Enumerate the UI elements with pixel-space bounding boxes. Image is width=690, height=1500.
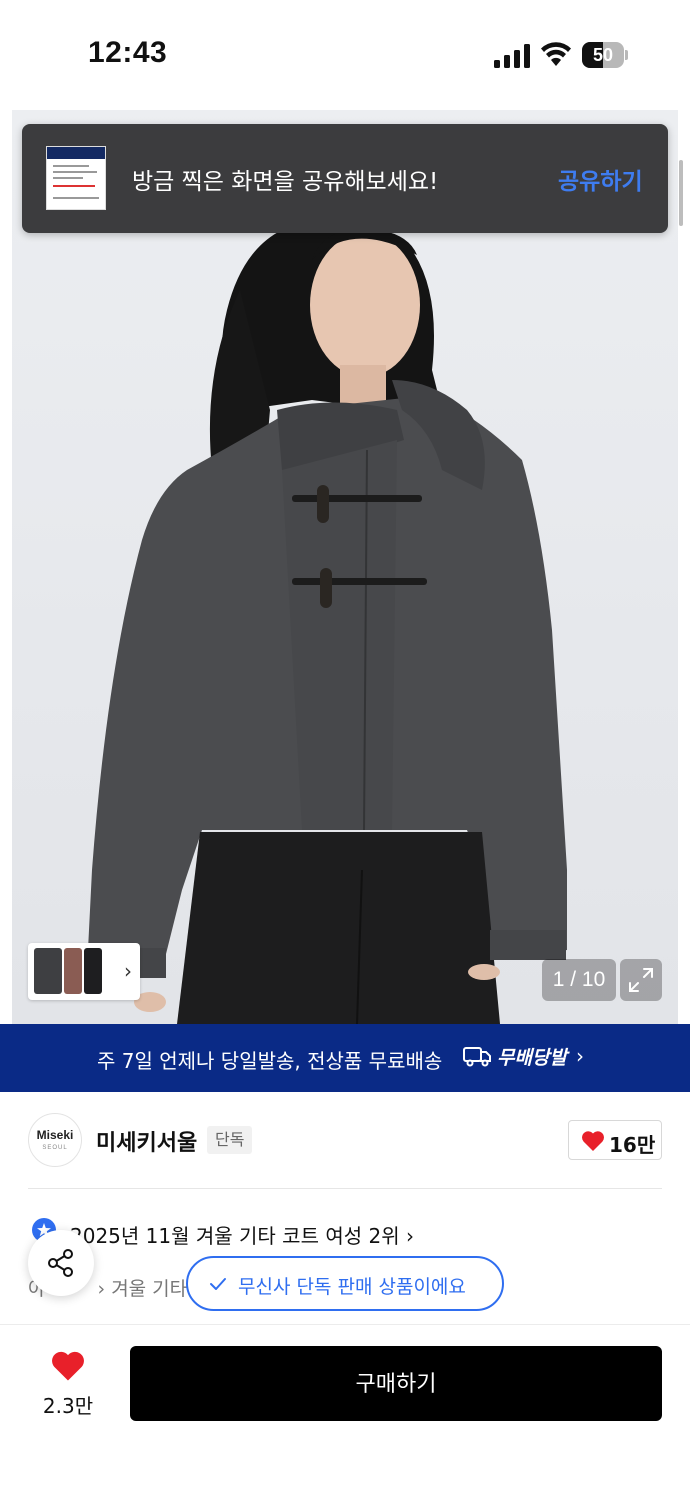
signal-icon (494, 44, 530, 68)
image-counter: 1 / 10 (542, 959, 616, 1001)
chevron-right-icon: › (124, 959, 132, 983)
battery-level: 50 (592, 45, 614, 65)
brand-logo-name: Miseki (36, 1128, 74, 1142)
ranking-text: 2025년 11월 겨울 기타 코트 여성 2위 (70, 1224, 400, 1248)
toast-message: 방금 찍은 화면을 공유해보세요! (132, 169, 439, 195)
truck-icon (463, 1047, 491, 1067)
brand-like-count: 16만 (609, 1133, 656, 1157)
product-like-button[interactable]: 2.3만 (30, 1348, 106, 1420)
share-toast: 방금 찍은 화면을 공유해보세요! 공유하기 (22, 124, 668, 233)
exclusive-notice-text: 무신사 단독 판매 상품이에요 (238, 1276, 466, 1298)
ranking-link[interactable]: 2025년 11월 겨울 기타 코트 여성 2위 › (70, 1220, 414, 1249)
thumbnail-strip[interactable]: › (28, 943, 140, 1000)
share-icon (48, 1249, 73, 1277)
exclusive-notice-pill: 무신사 단독 판매 상품이에요 (186, 1256, 504, 1311)
wifi-icon (541, 42, 571, 66)
thumbnail-image[interactable] (84, 948, 102, 994)
chevron-right-icon: › (576, 1044, 584, 1068)
brand-name[interactable]: 미세키서울 (96, 1125, 197, 1157)
divider (28, 1188, 662, 1189)
delivery-badge-label: 무배당발 (497, 1046, 567, 1069)
exclusive-tag: 단독 (207, 1126, 253, 1154)
heart-icon (52, 1351, 84, 1381)
chevron-right-icon: › (97, 1278, 106, 1300)
delivery-text: 주 7일 언제나 당일발송, 전상품 무료배송 (97, 1049, 443, 1073)
brand-like-button[interactable]: 16만 (568, 1120, 662, 1160)
status-bar: 12:43 50 (0, 0, 690, 110)
bottom-bar-divider (0, 1324, 690, 1325)
thumbnail-image[interactable] (64, 948, 82, 994)
category-path-item: 겨울 기타 (111, 1278, 188, 1300)
buy-button[interactable]: 구매하기 (130, 1346, 662, 1421)
delivery-banner[interactable]: 주 7일 언제나 당일발송, 전상품 무료배송 무배당발 › (0, 1024, 690, 1092)
chevron-right-icon: › (405, 1224, 414, 1248)
expand-icon (629, 968, 653, 992)
share-button[interactable] (28, 1230, 94, 1296)
product-like-count: 2.3만 (42, 1394, 94, 1418)
thumbnail-image[interactable] (34, 948, 62, 994)
delivery-badge: 무배당발 (463, 1041, 567, 1071)
battery-icon: 50 (582, 42, 628, 68)
brand-logo[interactable]: Miseki SEOUL (28, 1113, 82, 1167)
expand-button[interactable] (620, 959, 662, 1001)
scrollbar[interactable] (679, 160, 683, 226)
product-photo-illustration (87, 221, 567, 1024)
product-image[interactable]: › 1 / 10 (12, 110, 678, 1024)
status-time: 12:43 (88, 36, 168, 69)
brand-logo-sub: SEOUL (42, 1145, 68, 1151)
screenshot-thumbnail[interactable] (46, 146, 106, 210)
share-action-button[interactable]: 공유하기 (558, 162, 643, 196)
heart-icon (582, 1131, 604, 1151)
check-icon (210, 1278, 226, 1290)
